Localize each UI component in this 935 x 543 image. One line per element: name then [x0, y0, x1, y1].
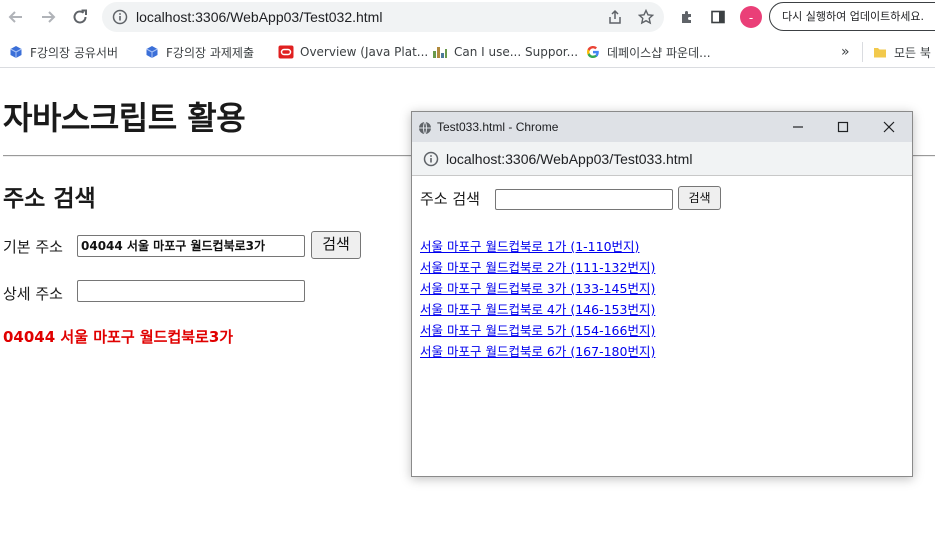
- popup-title-bar: Test033.html - Chrome: [412, 112, 912, 142]
- list-item: 서울 마포구 월드컵북로 5가 (154-166번지): [420, 319, 655, 340]
- address-result-link[interactable]: 서울 마포구 월드컵북로 2가 (111-132번지): [420, 260, 655, 275]
- site-info-icon[interactable]: [111, 8, 129, 26]
- bookmark-label: 모든 북: [894, 45, 931, 60]
- minimize-button[interactable]: [786, 115, 810, 139]
- close-icon: [883, 121, 895, 133]
- bookmark-label: Can I use... Suppor...: [454, 45, 579, 59]
- bookmark-item[interactable]: F강의장 공유서버: [8, 42, 118, 62]
- bookmarks-separator: [862, 42, 863, 62]
- bookmark-label: 데페이스샵 파운데...: [607, 45, 711, 60]
- bookmark-item[interactable]: 데페이스샵 파운데...: [585, 42, 711, 62]
- bookmark-label: F강의장 공유서버: [30, 45, 118, 60]
- bookmarks-bar: F강의장 공유서버 F강의장 과제제출 Overview (Java Plat.…: [0, 36, 935, 68]
- popup-address-bar[interactable]: localhost:3306/WebApp03/Test033.html: [412, 142, 912, 176]
- address-result-link[interactable]: 서울 마포구 월드컵북로 5가 (154-166번지): [420, 323, 655, 338]
- address-result-link[interactable]: 서울 마포구 월드컵북로 6가 (167-180번지): [420, 344, 655, 359]
- result-text: 04044 서울 마포구 월드컵북로3가: [3, 328, 234, 346]
- basic-address-label: 기본 주소: [3, 238, 63, 256]
- minimize-icon: [793, 126, 803, 128]
- reload-button[interactable]: [68, 5, 92, 29]
- share-icon[interactable]: [606, 8, 624, 26]
- search-button[interactable]: 검색: [311, 231, 361, 259]
- bookmark-item[interactable]: F강의장 과제제출: [144, 42, 254, 62]
- site-info-icon[interactable]: [423, 151, 439, 171]
- popup-search-label: 주소 검색: [420, 190, 480, 208]
- address-result-link[interactable]: 서울 마포구 월드컵북로 3가 (133-145번지): [420, 281, 655, 296]
- detail-address-input[interactable]: [77, 280, 305, 302]
- bookmark-star-icon[interactable]: [637, 8, 655, 26]
- list-item: 서울 마포구 월드컵북로 3가 (133-145번지): [420, 277, 655, 298]
- basic-address-input[interactable]: 04044 서울 마포구 월드컵북로3가: [77, 235, 305, 257]
- extensions-icon[interactable]: [676, 6, 698, 28]
- address-result-link[interactable]: 서울 마포구 월드컵북로 1가 (1-110번지): [420, 239, 639, 254]
- list-item: 서울 마포구 월드컵북로 2가 (111-132번지): [420, 256, 655, 277]
- popup-url: localhost:3306/WebApp03/Test033.html: [446, 151, 693, 167]
- bookmark-label: Overview (Java Plat...: [300, 45, 429, 59]
- popup-search-input[interactable]: [495, 189, 673, 210]
- popup-search-button[interactable]: 검색: [678, 186, 721, 210]
- side-panel-icon[interactable]: [707, 6, 729, 28]
- address-url: localhost:3306/WebApp03/Test032.html: [136, 9, 383, 25]
- address-result-link[interactable]: 서울 마포구 월드컵북로 4가 (146-153번지): [420, 302, 655, 317]
- section-title: 주소 검색: [3, 186, 96, 212]
- bookmark-label: F강의장 과제제출: [166, 45, 254, 60]
- arrow-left-icon: [8, 11, 22, 23]
- folder-icon: [872, 44, 888, 60]
- address-result-list: 서울 마포구 월드컵북로 1가 (1-110번지) 서울 마포구 월드컵북로 2…: [420, 235, 655, 361]
- maximize-icon: [837, 121, 849, 133]
- cube-icon: [8, 44, 24, 60]
- back-button[interactable]: [4, 5, 28, 29]
- address-bar[interactable]: localhost:3306/WebApp03/Test032.html: [102, 2, 664, 32]
- oracle-icon: [278, 44, 294, 60]
- list-item: 서울 마포구 월드컵북로 6가 (167-180번지): [420, 340, 655, 361]
- detail-address-label: 상세 주소: [3, 285, 63, 303]
- page-title: 자바스크립트 활용: [3, 99, 246, 137]
- all-bookmarks-folder[interactable]: 모든 북: [872, 42, 931, 62]
- forward-button[interactable]: [36, 5, 60, 29]
- google-icon: [585, 44, 601, 60]
- bar-chart-icon: [432, 44, 448, 60]
- list-item: 서울 마포구 월드컵북로 4가 (146-153번지): [420, 298, 655, 319]
- bookmark-item[interactable]: Overview (Java Plat...: [278, 42, 428, 62]
- globe-icon: [418, 120, 432, 139]
- more-bookmarks-button[interactable]: »: [841, 42, 850, 62]
- close-button[interactable]: [877, 115, 901, 139]
- arrow-right-icon: [42, 11, 56, 23]
- browser-toolbar: localhost:3306/WebApp03/Test032.html - 다…: [0, 0, 935, 34]
- list-item: 서울 마포구 월드컵북로 1가 (1-110번지): [420, 235, 655, 256]
- maximize-button[interactable]: [831, 115, 855, 139]
- popup-title: Test033.html - Chrome: [437, 120, 559, 134]
- popup-body: 주소 검색 검색 서울 마포구 월드컵북로 1가 (1-110번지) 서울 마포…: [412, 177, 912, 476]
- reload-icon: [73, 9, 87, 24]
- profile-avatar[interactable]: -: [740, 6, 762, 28]
- cube-icon: [144, 44, 160, 60]
- bookmark-item[interactable]: Can I use... Suppor...: [432, 42, 578, 62]
- update-button[interactable]: 다시 실행하여 업데이트하세요.: [769, 2, 935, 31]
- popup-window: Test033.html - Chrome localhost:3306/Web…: [411, 111, 913, 477]
